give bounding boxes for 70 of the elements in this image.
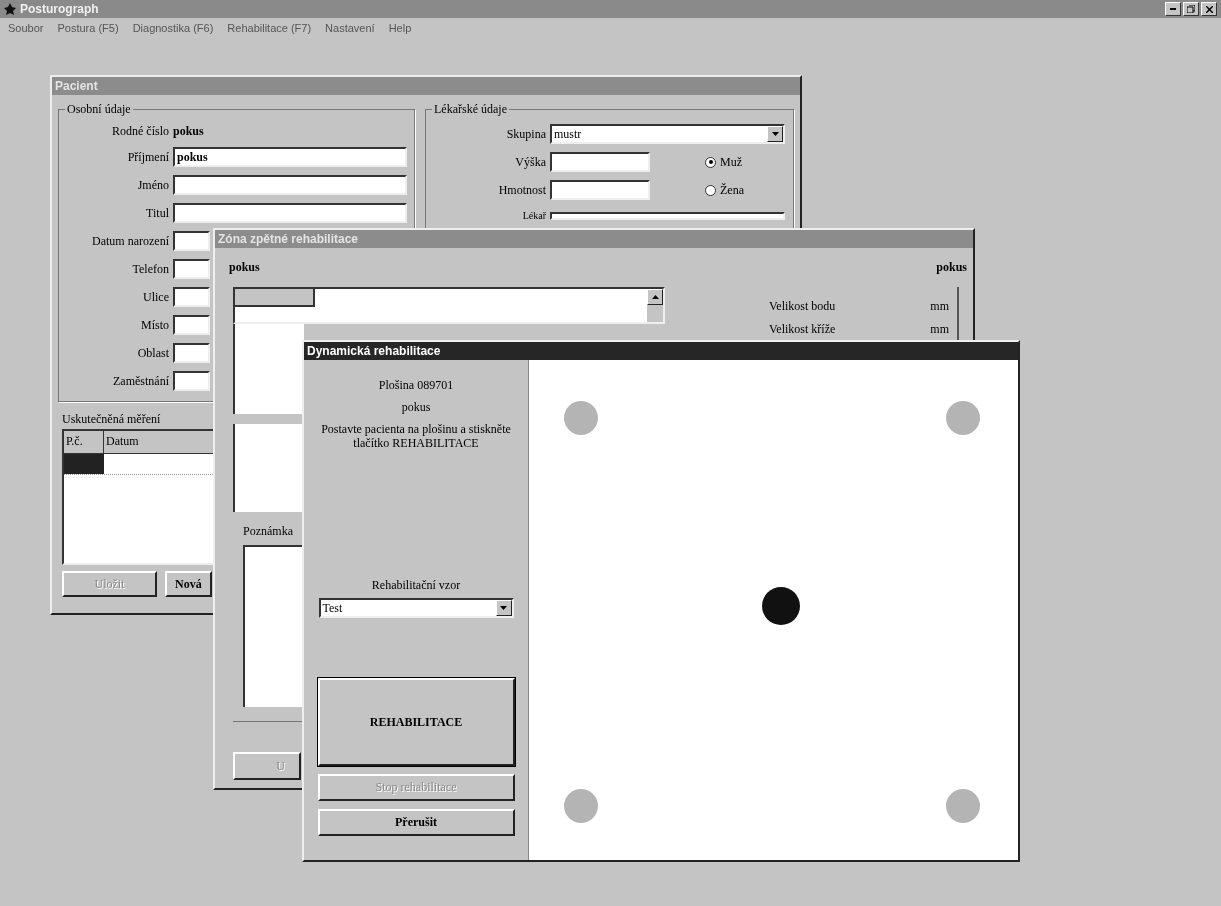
input-field[interactable]	[173, 343, 210, 363]
input-field[interactable]	[550, 152, 650, 172]
input-field[interactable]	[173, 175, 407, 195]
menu-item[interactable]: Soubor	[8, 22, 44, 34]
menu-item[interactable]: Postura (F5)	[57, 22, 119, 34]
menu-item[interactable]: Help	[388, 22, 412, 34]
setting-label: Velikost bodu	[769, 299, 837, 314]
column-header: P.č.	[64, 431, 104, 453]
field-label: Příjmení	[127, 149, 169, 164]
note-label: Poznámka	[243, 524, 294, 539]
group-legend: Lékařské údaje	[432, 102, 509, 117]
field-label: Titul	[146, 205, 169, 220]
list-box[interactable]	[233, 287, 665, 324]
window-title: Pacient	[55, 79, 98, 93]
down-arrow-icon	[500, 606, 507, 610]
patient-name: pokus	[400, 400, 432, 414]
field-label: Hmotnost	[498, 182, 546, 197]
input-field[interactable]	[173, 371, 210, 391]
field-label: Jméno	[137, 177, 169, 192]
minimize-icon	[1170, 8, 1176, 10]
menu-item[interactable]: Nastavení	[325, 22, 375, 34]
unit-label: mm	[930, 299, 949, 314]
restore-icon	[1187, 5, 1195, 13]
platform-label: Plošina 089701	[377, 378, 455, 392]
input-field[interactable]	[173, 315, 210, 335]
field-label: Místo	[141, 317, 169, 332]
close-icon	[1205, 5, 1213, 13]
instruction-text: Postavte pacienta na plošinu a stiskněte tlačítko REHABILITACE	[320, 422, 512, 450]
field-label: Telefon	[132, 261, 169, 276]
down-arrow-icon	[771, 132, 779, 136]
menu-item[interactable]: Rehabilitace (F7)	[227, 22, 312, 34]
patient-name: pokus	[229, 260, 260, 275]
sex-radio[interactable]: Žena	[705, 182, 744, 198]
field-label: Ulice	[143, 289, 169, 304]
group-legend: Osobní údaje	[65, 102, 133, 117]
section-label: Uskutečněná měření	[62, 412, 162, 427]
patient-name: pokus	[936, 260, 967, 275]
restore-button[interactable]	[1183, 2, 1199, 16]
window-title: Dynamická rehabilitace	[307, 344, 441, 358]
field-label: Lékař	[522, 210, 546, 221]
pattern-label: Rehabilitační vzor	[370, 578, 462, 592]
minimize-button[interactable]	[1165, 2, 1181, 16]
setting-label: Velikost kříže	[769, 322, 837, 337]
field-label: Rodné číslo	[112, 124, 169, 138]
window-title: Zóna zpětné rehabilitace	[218, 232, 359, 246]
input-field[interactable]	[173, 259, 210, 279]
field-label: Zaměstnání	[113, 373, 169, 388]
field-label: Skupina	[506, 126, 546, 141]
input-field[interactable]	[550, 211, 785, 220]
note-field[interactable]	[243, 545, 305, 707]
menu-item[interactable]: Diagnostika (F6)	[132, 22, 214, 34]
close-button[interactable]	[1201, 2, 1217, 16]
input-field[interactable]	[173, 203, 407, 223]
action-button[interactable]: Přerušit	[317, 809, 515, 836]
unit-label: mm	[930, 322, 949, 337]
action-button[interactable]: REHABILITACE	[317, 678, 515, 766]
input-field[interactable]	[173, 231, 210, 251]
up-arrow-icon	[651, 295, 659, 299]
field-label: Oblast	[137, 345, 169, 360]
birth-number: pokus	[173, 124, 204, 139]
form-button[interactable]: Nová	[165, 571, 212, 597]
group-dropdown[interactable]: mustr	[550, 124, 785, 144]
input-field[interactable]	[550, 180, 650, 200]
app-title: Posturograph	[20, 2, 99, 16]
pattern-dropdown[interactable]: Test	[318, 598, 514, 618]
input-field[interactable]: pokus	[173, 147, 407, 167]
field-label: Výška	[515, 154, 546, 169]
field-label: Datum narození	[92, 233, 169, 248]
input-field[interactable]	[173, 287, 210, 307]
sex-radio[interactable]: Muž	[705, 154, 742, 170]
